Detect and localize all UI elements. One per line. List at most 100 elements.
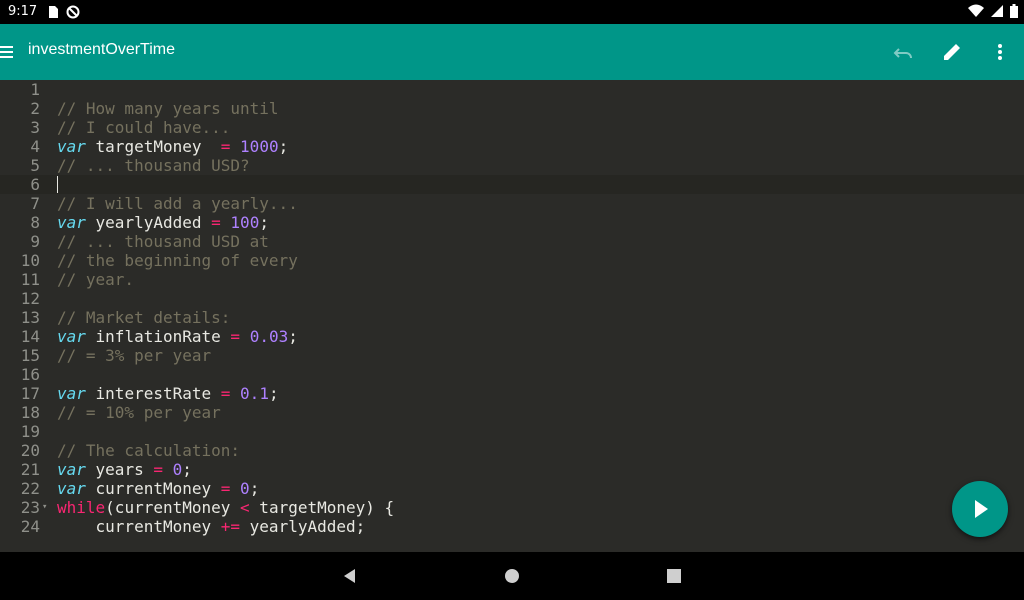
code-token: targetMoney) {	[249, 498, 395, 517]
code-token: // the beginning of every	[57, 251, 298, 270]
code-line[interactable]: 13 // Market details:	[0, 308, 1024, 327]
code-token: 0	[172, 460, 183, 479]
code-text: // Market details:	[57, 308, 230, 327]
code-token: <	[240, 498, 250, 517]
sd-card-icon	[49, 6, 58, 18]
line-number: 6	[30, 175, 40, 194]
code-line[interactable]: 2 // How many years until	[0, 99, 1024, 118]
code-token: ;	[278, 137, 289, 156]
code-line[interactable]: 15 // = 3% per year	[0, 346, 1024, 365]
code-line[interactable]: 18 // = 10% per year	[0, 403, 1024, 422]
status-time: 9:17	[8, 4, 38, 19]
code-token: =	[153, 460, 163, 479]
code-line[interactable]: 17 var interestRate = 0.1;	[0, 384, 1024, 403]
code-token: // I could have...	[57, 118, 231, 137]
code-token: // I will add a yearly...	[57, 194, 298, 213]
code-text: // year.	[57, 270, 134, 289]
code-token: =	[211, 213, 221, 232]
code-line[interactable]: 24 currentMoney += yearlyAdded;	[0, 517, 1024, 536]
code-token: // = 3% per year	[57, 346, 212, 365]
navigation-bar	[0, 552, 1024, 600]
code-text: // ... thousand USD?	[57, 156, 250, 175]
code-token: 100	[230, 213, 260, 232]
code-token: currentMoney	[85, 479, 221, 498]
code-text: // the beginning of every	[57, 251, 298, 270]
recents-icon[interactable]	[664, 566, 684, 586]
line-number: 18	[20, 403, 40, 422]
code-token: 0.03	[249, 327, 289, 346]
code-line[interactable]: 23 ▾ while(currentMoney < targetMoney) {	[0, 498, 1024, 517]
code-line[interactable]: 20 // The calculation:	[0, 441, 1024, 460]
code-token: var	[57, 460, 86, 479]
code-token: // year.	[57, 270, 135, 289]
code-line[interactable]: 14 var inflationRate = 0.03;	[0, 327, 1024, 346]
line-number: 10	[20, 251, 40, 270]
code-token: // Market details:	[57, 308, 231, 327]
code-text: var yearlyAdded = 100;	[57, 213, 269, 232]
code-token: interestRate	[85, 384, 221, 403]
menu-icon[interactable]	[0, 40, 20, 64]
code-line[interactable]: 21 var years = 0;	[0, 460, 1024, 479]
code-text: var currentMoney = 0;	[57, 479, 259, 498]
home-icon[interactable]	[502, 566, 522, 586]
line-number: 23	[20, 498, 40, 517]
code-line[interactable]: 3 // I could have...	[0, 118, 1024, 137]
more-vert-icon[interactable]	[986, 38, 1014, 66]
code-editor[interactable]: 1 2 // How many years until 3 // I could hav…	[0, 80, 1024, 552]
code-text: // ... thousand USD at	[57, 232, 269, 251]
code-line[interactable]: 9 // ... thousand USD at	[0, 232, 1024, 251]
line-number: 9	[30, 232, 40, 251]
code-token: // The calculation:	[57, 441, 241, 460]
code-line[interactable]: 6	[0, 175, 1024, 194]
code-token: =	[230, 327, 241, 346]
code-token: targetMoney	[85, 137, 221, 156]
code-line[interactable]: 11 // year.	[0, 270, 1024, 289]
code-line[interactable]: 22 var currentMoney = 0;	[0, 479, 1024, 498]
code-line[interactable]: 7 // I will add a yearly...	[0, 194, 1024, 213]
code-token: inflationRate	[85, 327, 231, 346]
code-line[interactable]: 16	[0, 365, 1024, 384]
code-token: // ... thousand USD at	[57, 232, 269, 251]
code-line[interactable]: 8 var yearlyAdded = 100;	[0, 213, 1024, 232]
signal-icon	[991, 5, 1003, 17]
fold-arrow-icon[interactable]: ▾	[42, 498, 47, 517]
code-token: var	[57, 213, 86, 232]
code-token: +=	[220, 517, 241, 536]
line-number: 21	[20, 460, 40, 479]
code-token: var	[57, 479, 86, 498]
line-number: 2	[30, 99, 40, 118]
run-button[interactable]	[952, 481, 1008, 537]
code-text: // I could have...	[57, 118, 230, 137]
code-token: ;	[268, 384, 279, 403]
code-line[interactable]: 5 // ... thousand USD?	[0, 156, 1024, 175]
code-text: // = 10% per year	[57, 403, 221, 422]
code-token: yearlyAdded	[85, 213, 212, 232]
line-number: 16	[20, 365, 40, 384]
code-text: // How many years until	[57, 99, 279, 118]
code-line[interactable]: 1	[0, 80, 1024, 99]
app-bar: investmentOverTime	[0, 24, 1024, 80]
code-line[interactable]: 19	[0, 422, 1024, 441]
code-token: =	[220, 137, 231, 156]
undo-icon[interactable]	[890, 38, 918, 66]
code-text: while(currentMoney < targetMoney) {	[57, 498, 394, 517]
code-token: 1000	[240, 137, 279, 156]
code-token: =	[220, 479, 231, 498]
code-token: currentMoney	[57, 517, 221, 536]
line-number: 3	[30, 118, 40, 137]
line-number: 1	[30, 80, 40, 99]
code-line[interactable]: 12	[0, 289, 1024, 308]
do-not-disturb-icon	[66, 5, 80, 19]
code-line[interactable]: 4 var targetMoney = 1000;	[0, 137, 1024, 156]
code-text: var years = 0;	[57, 460, 192, 479]
code-line[interactable]: 10 // the beginning of every	[0, 251, 1024, 270]
text-cursor	[57, 176, 58, 193]
back-icon[interactable]	[340, 566, 360, 586]
edit-icon[interactable]	[938, 38, 966, 66]
line-number: 19	[20, 422, 40, 441]
line-number: 11	[20, 270, 40, 289]
